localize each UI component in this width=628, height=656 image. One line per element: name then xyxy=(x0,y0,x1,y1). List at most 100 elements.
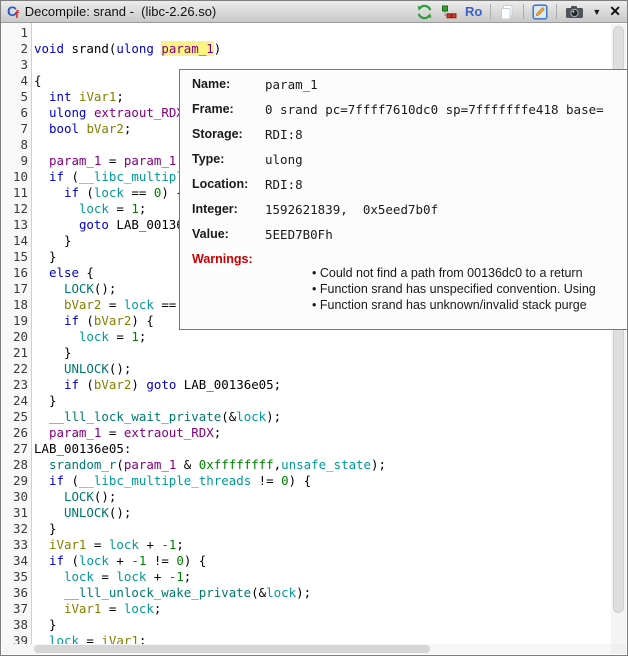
line-number: 25 xyxy=(1,409,28,425)
code-line[interactable]: 26 param_1 = extraout_RDX; xyxy=(1,425,611,441)
warning-item: Function srand has unknown/invalid stack… xyxy=(312,297,596,313)
tooltip-warnings-label: Warnings: xyxy=(192,252,265,266)
code-line[interactable]: 39 lock = iVar1; xyxy=(1,633,611,644)
code-line[interactable]: 2 void srand(ulong param_1) xyxy=(1,41,611,57)
line-number: 38 xyxy=(1,617,28,633)
tooltip-row: Integer:1592621839, 0x5eed7b0f xyxy=(192,202,628,227)
line-number: 26 xyxy=(1,425,28,441)
code-text: param_1 = extraout_RDX; xyxy=(34,425,221,440)
line-number: 3 xyxy=(1,57,28,73)
code-line[interactable]: 29 if (__libc_multiple_threads != 0) { xyxy=(1,473,611,489)
code-line[interactable]: 28 srandom_r(param_1 & 0xffffffff,unsafe… xyxy=(1,457,611,473)
line-number: 35 xyxy=(1,569,28,585)
code-text: void srand(ulong param_1) xyxy=(34,41,221,56)
code-text: LOCK(); xyxy=(34,489,116,504)
close-button[interactable]: ✕ xyxy=(609,3,621,21)
code-line[interactable]: 24 } xyxy=(1,393,611,409)
code-text: else { xyxy=(34,265,94,280)
tooltip-row: Name:param_1 xyxy=(192,77,628,102)
code-line[interactable]: 31 UNLOCK(); xyxy=(1,505,611,521)
code-text: lock = iVar1; xyxy=(34,633,146,644)
code-line[interactable]: 23 if (bVar2) goto LAB_00136e05; xyxy=(1,377,611,393)
tooltip-warnings-row: Warnings: Could not find a path from 001… xyxy=(192,252,628,313)
warning-item: Could not find a path from 00136dc0 to a… xyxy=(312,265,596,281)
warning-item: Function srand has unspecified conventio… xyxy=(312,281,596,297)
ro-icon: Ro xyxy=(465,4,482,19)
line-number: 18 xyxy=(1,297,28,313)
code-line[interactable]: 22 UNLOCK(); xyxy=(1,361,611,377)
menu-button[interactable]: ▼ xyxy=(592,3,601,21)
line-number: 10 xyxy=(1,169,28,185)
code-line[interactable]: 35 lock = lock + -1; xyxy=(1,569,611,585)
line-number: 11 xyxy=(1,185,28,201)
line-number: 23 xyxy=(1,377,28,393)
tooltip-body: Name:param_1Frame:0 srand pc=7ffff7610dc… xyxy=(180,70,628,313)
code-line[interactable]: 1 xyxy=(1,25,611,41)
line-number: 30 xyxy=(1,489,28,505)
code-text: } xyxy=(34,249,56,264)
code-line[interactable]: 27LAB_00136e05: xyxy=(1,441,611,457)
horizontal-scrollbar-thumb[interactable] xyxy=(34,645,430,653)
toolbar-separator xyxy=(490,4,491,19)
code-line[interactable]: 30 LOCK(); xyxy=(1,489,611,505)
toolbar-separator xyxy=(523,4,524,19)
code-line[interactable]: 34 if (lock + -1 != 0) { xyxy=(1,553,611,569)
line-number: 2 xyxy=(1,41,28,57)
graph-button[interactable] xyxy=(441,3,457,21)
code-line[interactable]: 36 __lll_unlock_wake_private(&lock); xyxy=(1,585,611,601)
code-text: UNLOCK(); xyxy=(34,361,131,376)
tooltip-value: 0 srand pc=7ffff7610dc0 sp=7fffffffe418 … xyxy=(265,102,604,117)
camera-icon xyxy=(565,4,584,20)
titlebar[interactable]: Cf Decompile: srand - (libc-2.26.so) xyxy=(1,1,627,23)
line-number: 14 xyxy=(1,233,28,249)
line-number: 17 xyxy=(1,281,28,297)
ro-button[interactable]: Ro xyxy=(465,3,482,21)
toolbar-separator xyxy=(556,4,557,19)
line-number: 22 xyxy=(1,361,28,377)
code-line[interactable]: 25 __lll_lock_wait_private(&lock); xyxy=(1,409,611,425)
tooltip-label: Location: xyxy=(192,177,265,191)
code-text: } xyxy=(34,521,56,536)
close-icon: ✕ xyxy=(609,3,621,20)
code-line[interactable]: 20 lock = 1; xyxy=(1,329,611,345)
edit-icon xyxy=(532,4,548,20)
code-text: lock = lock + -1; xyxy=(34,569,191,584)
code-line[interactable]: 21 } xyxy=(1,345,611,361)
tooltip-value: RDI:8 xyxy=(265,127,303,142)
tooltip-value: 5EED7B0Fh xyxy=(265,227,333,242)
snapshot-button[interactable] xyxy=(565,3,584,21)
code-text: bVar2 = lock == 0; xyxy=(34,297,199,312)
variable-tooltip: Name:param_1Frame:0 srand pc=7ffff7610dc… xyxy=(179,69,628,330)
tooltip-row: Storage:RDI:8 xyxy=(192,127,628,152)
line-number: 12 xyxy=(1,201,28,217)
line-number: 21 xyxy=(1,345,28,361)
line-number: 34 xyxy=(1,553,28,569)
refresh-button[interactable] xyxy=(416,3,433,21)
code-text: } xyxy=(34,393,56,408)
tooltip-row: Value:5EED7B0Fh xyxy=(192,227,628,252)
line-number: 9 xyxy=(1,153,28,169)
warnings-list: Could not find a path from 00136dc0 to a… xyxy=(312,265,596,313)
tooltip-label: Integer: xyxy=(192,202,265,216)
code-line[interactable]: 38 } xyxy=(1,617,611,633)
copy-icon xyxy=(499,4,515,20)
code-text: lock = 1; xyxy=(34,329,146,344)
code-line[interactable]: 37 iVar1 = lock; xyxy=(1,601,611,617)
horizontal-scrollbar[interactable] xyxy=(2,644,611,654)
code-line[interactable]: 33 iVar1 = lock + -1; xyxy=(1,537,611,553)
line-number: 39 xyxy=(1,633,28,644)
line-number: 32 xyxy=(1,521,28,537)
edit-button[interactable] xyxy=(532,3,548,21)
line-number: 24 xyxy=(1,393,28,409)
code-text: if (bVar2) goto LAB_00136e05; xyxy=(34,377,281,392)
line-number: 6 xyxy=(1,105,28,121)
line-number: 31 xyxy=(1,505,28,521)
code-line[interactable]: 32 } xyxy=(1,521,611,537)
line-number: 13 xyxy=(1,217,28,233)
line-number: 16 xyxy=(1,265,28,281)
line-number: 5 xyxy=(1,89,28,105)
copy-button[interactable] xyxy=(499,3,515,21)
code-text: iVar1 = lock; xyxy=(34,601,161,616)
code-text: bool bVar2; xyxy=(34,121,131,136)
decompiler-window: Cf Decompile: srand - (libc-2.26.so) xyxy=(0,0,628,656)
